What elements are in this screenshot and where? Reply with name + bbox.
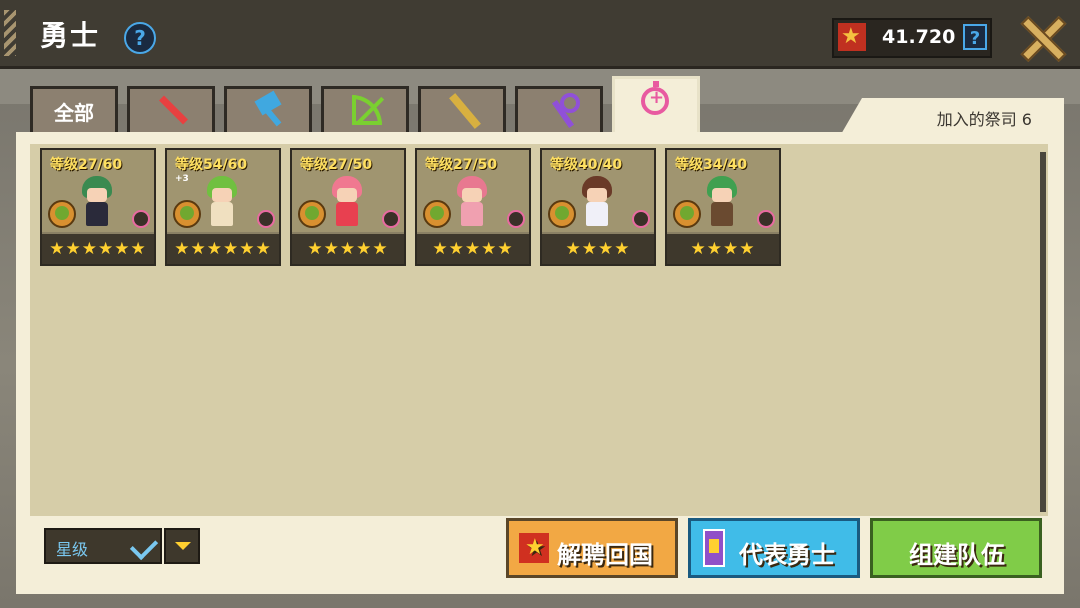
hero-body	[711, 202, 733, 226]
dismiss-medal-icon	[519, 533, 549, 563]
check-icon	[129, 531, 159, 561]
tree-icon	[548, 200, 576, 228]
hero-face	[87, 188, 107, 202]
tab-priest[interactable]	[612, 76, 700, 136]
priest-class-icon	[257, 210, 275, 228]
scrollbar[interactable]	[1040, 152, 1046, 512]
tab-gun[interactable]	[418, 86, 506, 132]
gun-icon	[449, 95, 479, 125]
priest-icon	[641, 81, 669, 115]
hero-plus: +3	[175, 174, 189, 184]
hero-body	[336, 202, 358, 226]
currency-value: 41.720	[882, 26, 956, 48]
hero-sprite	[330, 176, 364, 228]
hero-body	[461, 202, 483, 226]
tree-icon	[173, 200, 201, 228]
hero-sprite	[580, 176, 614, 228]
build-team-button[interactable]: 组建队伍	[870, 518, 1042, 578]
priest-class-icon	[382, 210, 400, 228]
sort-dropdown-button[interactable]	[164, 528, 200, 564]
hero-card[interactable]: 等级27/50 ★★★★★	[415, 148, 531, 266]
hero-sprite	[455, 176, 489, 228]
hero-stars: ★★★★	[542, 234, 654, 264]
hero-face	[712, 188, 732, 202]
hero-level: 等级34/40	[675, 157, 748, 173]
hero-level: 等级40/40	[550, 157, 623, 173]
hero-card[interactable]: 等级34/40 ★★★★	[665, 148, 781, 266]
tree-icon	[423, 200, 451, 228]
close-icon[interactable]	[1018, 14, 1064, 60]
hero-face	[462, 188, 482, 202]
medal-icon	[838, 23, 866, 51]
tab-hammer[interactable]	[224, 86, 312, 132]
currency-help-icon[interactable]: ?	[963, 24, 987, 50]
hero-sprite	[205, 176, 239, 228]
hero-face	[587, 188, 607, 202]
hero-sprite	[705, 176, 739, 228]
tree-icon	[48, 200, 76, 228]
tree-icon	[298, 200, 326, 228]
hero-card[interactable]: 等级27/50 ★★★★★	[290, 148, 406, 266]
team-label: 组建队伍	[909, 541, 1005, 569]
priest-class-icon	[132, 210, 150, 228]
currency-display: 41.720 ?	[832, 18, 992, 58]
hero-body	[211, 202, 233, 226]
hero-body	[86, 202, 108, 226]
sword-icon	[158, 95, 188, 125]
hero-level: 等级27/60	[50, 157, 123, 173]
hero-card[interactable]: 等级27/60 ★★★★★★	[40, 148, 156, 266]
tab-sword[interactable]	[127, 86, 215, 132]
tab-bow[interactable]	[321, 86, 409, 132]
represent-label: 代表勇士	[739, 541, 835, 569]
priest-class-icon	[632, 210, 650, 228]
tree-icon	[673, 200, 701, 228]
tab-staff[interactable]	[515, 86, 603, 132]
tab-all[interactable]: 全部	[30, 86, 118, 132]
hero-body	[586, 202, 608, 226]
hero-level: 等级54/60	[175, 157, 248, 173]
hero-card[interactable]: 等级54/60 +3 ★★★★★★	[165, 148, 281, 266]
sort-select[interactable]: 星级	[44, 528, 162, 564]
help-icon[interactable]: ?	[124, 22, 156, 54]
dismiss-button[interactable]: 解聘回国	[506, 518, 678, 578]
top-bar: 勇士 ? 41.720 ?	[0, 0, 1080, 69]
hero-level: 等级27/50	[300, 157, 373, 173]
hero-stars: ★★★★★★	[42, 234, 154, 264]
priest-class-icon	[507, 210, 525, 228]
sort-label: 星级	[56, 540, 89, 559]
back-handle-icon[interactable]	[4, 10, 16, 56]
dismiss-label: 解聘回国	[557, 541, 653, 569]
tab-all-label: 全部	[54, 101, 94, 125]
hero-stars: ★★★★★	[417, 234, 529, 264]
hammer-icon	[255, 95, 285, 125]
hero-face	[212, 188, 232, 202]
priest-class-icon	[757, 210, 775, 228]
hero-stars: ★★★★	[667, 234, 779, 264]
hero-stars: ★★★★★★	[167, 234, 279, 264]
bow-icon	[352, 95, 382, 125]
joined-count-label: 加入的祭司 6	[936, 110, 1032, 129]
hero-card[interactable]: 等级40/40 ★★★★	[540, 148, 656, 266]
hero-level: 等级27/50	[425, 157, 498, 173]
hero-face	[337, 188, 357, 202]
page-title: 勇士	[40, 19, 101, 52]
hero-stars: ★★★★★	[292, 234, 404, 264]
hero-sprite	[80, 176, 114, 228]
represent-hero-button[interactable]: 代表勇士	[688, 518, 860, 578]
banner-icon	[703, 529, 725, 567]
staff-icon	[546, 93, 580, 125]
joined-count-box: 加入的祭司 6	[840, 98, 1064, 136]
